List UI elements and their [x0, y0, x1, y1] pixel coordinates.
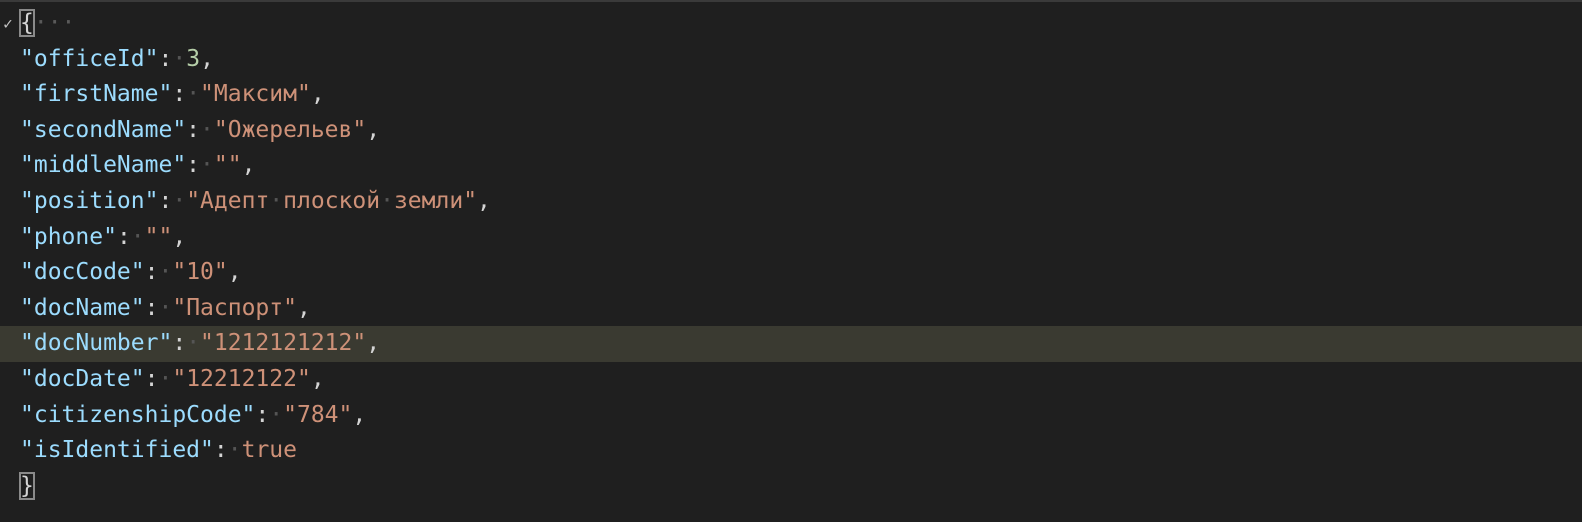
json-value: "784" [283, 401, 353, 428]
whitespace-marker: · [158, 366, 173, 392]
code-editor[interactable]: ✓ {··· "officeId":·3, "firstName":·"Макси… [0, 0, 1582, 522]
json-value: "Адепт·плоской·земли" [186, 188, 478, 214]
json-value: "Паспорт" [172, 294, 297, 321]
code-line[interactable]: "citizenshipCode":·"784", [0, 398, 1582, 434]
comma: , [310, 366, 325, 392]
colon: : [158, 45, 173, 72]
whitespace-marker: · [172, 188, 187, 214]
whitespace-marker: · [269, 401, 284, 428]
code-line[interactable]: "officeId":·3, [0, 42, 1582, 78]
colon: : [144, 366, 159, 392]
colon: : [213, 437, 228, 464]
code-line-close[interactable]: } [0, 469, 1582, 505]
code-line[interactable]: "isIdentified":·true [0, 433, 1582, 469]
comma: , [241, 152, 256, 179]
comma: , [227, 259, 242, 286]
json-value: "" [144, 223, 173, 250]
code-line[interactable]: "position":·"Адепт·плоской·земли", [0, 184, 1582, 220]
whitespace-marker: · [227, 437, 242, 464]
open-brace: { [19, 9, 35, 37]
comma: , [200, 45, 214, 72]
json-key: "officeId" [20, 45, 159, 72]
comma: , [352, 401, 367, 428]
json-key: "position" [20, 188, 159, 214]
json-value: "Ожерельев" [213, 116, 367, 143]
json-key: "docCode" [20, 259, 145, 286]
comma: , [296, 294, 311, 321]
json-key: "phone" [20, 223, 117, 250]
comma: , [366, 330, 381, 357]
json-value: "10" [172, 259, 228, 286]
json-value: true [241, 437, 297, 464]
code-line[interactable]: "docCode":·"10", [0, 255, 1582, 291]
code-line[interactable]: "docName":·"Паспорт", [0, 291, 1582, 327]
comma: , [172, 223, 187, 250]
comma: , [477, 188, 491, 214]
code-line[interactable]: "firstName":·"Максим", [0, 77, 1582, 113]
colon: : [158, 188, 173, 214]
colon: : [186, 116, 201, 143]
json-value: "" [213, 152, 242, 179]
colon: : [144, 294, 159, 321]
code-line-open[interactable]: ✓ {··· [0, 6, 1582, 42]
colon: : [186, 152, 201, 179]
code-line[interactable]: "secondName":·"Ожерельев", [0, 113, 1582, 149]
json-key: "firstName" [20, 81, 173, 108]
whitespace-marker: · [172, 45, 187, 72]
checkmark-icon[interactable]: ✓ [0, 6, 16, 42]
json-value: "Максим" [200, 81, 311, 108]
whitespace-marker: · [200, 116, 214, 143]
json-key: "middleName" [20, 152, 187, 179]
colon: : [255, 401, 270, 428]
comma: , [310, 81, 325, 108]
json-value: "12212122" [172, 366, 311, 392]
code-line[interactable]: "middleName":·"", [0, 148, 1582, 184]
colon: : [144, 259, 159, 286]
json-key: "docDate" [20, 366, 145, 392]
colon: : [172, 330, 187, 357]
json-value: "1212121212" [200, 330, 367, 357]
json-key: "docNumber" [20, 330, 173, 357]
colon: : [172, 81, 187, 108]
whitespace-marker: · [186, 81, 201, 108]
json-key: "isIdentified" [20, 437, 214, 464]
whitespace-marker: · [158, 294, 173, 321]
code-line[interactable]: "docNumber":·"1212121212", [0, 326, 1582, 362]
whitespace-marker: · [380, 188, 394, 214]
whitespace-marker: · [158, 259, 173, 286]
code-line[interactable]: "phone":·"", [0, 220, 1582, 256]
collapsed-marker[interactable]: ··· [34, 10, 76, 36]
json-key: "citizenshipCode" [20, 401, 256, 428]
whitespace-marker: · [130, 223, 145, 250]
whitespace-marker: · [200, 152, 214, 179]
close-brace: } [19, 471, 35, 500]
json-key: "secondName" [20, 116, 187, 143]
code-line[interactable]: "docDate":·"12212122", [0, 362, 1582, 398]
comma: , [366, 116, 381, 143]
whitespace-marker: · [269, 188, 284, 214]
colon: : [116, 223, 131, 250]
json-value: 3 [186, 45, 201, 72]
whitespace-marker: · [186, 330, 201, 357]
json-key: "docName" [20, 294, 145, 321]
